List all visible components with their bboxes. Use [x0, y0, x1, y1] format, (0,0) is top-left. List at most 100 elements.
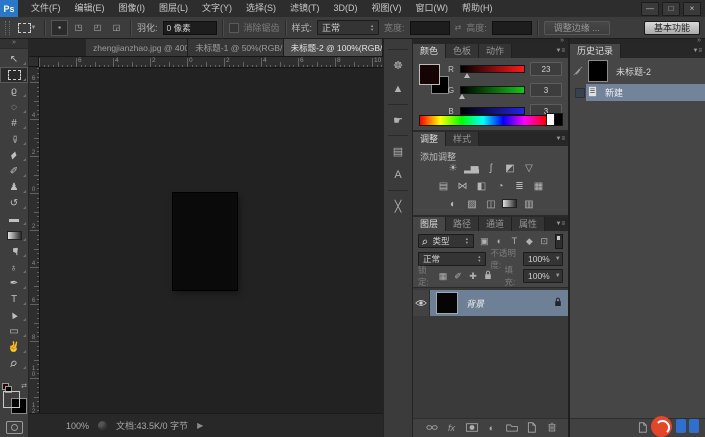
type-layer-filter-icon[interactable]: T [508, 235, 521, 247]
horizontal-ruler[interactable]: 6420246810 [39, 57, 383, 68]
hue-saturation-icon[interactable]: ▤ [436, 181, 451, 193]
ruler-origin-box[interactable] [29, 57, 39, 67]
character-panel-icon[interactable]: A [384, 163, 412, 187]
close-button[interactable]: × [683, 2, 701, 16]
menu-item[interactable]: 文字(Y) [195, 0, 239, 17]
delete-layer-icon[interactable] [545, 422, 558, 434]
panel-menu-icon[interactable]: ▼≡ [556, 48, 565, 54]
menu-item[interactable]: 图像(I) [112, 0, 153, 17]
width-input[interactable] [410, 21, 450, 35]
layer-thumbnail[interactable] [436, 292, 458, 314]
adjustments-panel-tab[interactable]: 调整 [413, 132, 446, 146]
channel-value[interactable]: 3 [530, 83, 562, 97]
menu-item[interactable]: 视图(V) [365, 0, 409, 17]
zoom-level-field[interactable]: 100% [66, 421, 89, 431]
document-tab[interactable]: 未标题-1 @ 50%(RGB/...× [188, 39, 283, 56]
status-flyout-arrow[interactable]: ▶ [197, 421, 203, 430]
layer-style-icon[interactable]: fx [445, 422, 458, 434]
info-panel-icon[interactable]: ☛ [384, 108, 412, 132]
feather-input[interactable] [163, 21, 217, 35]
maximize-button[interactable]: □ [662, 2, 680, 16]
layer-filter-type-select[interactable]: ϙ 类型 [418, 234, 474, 248]
color-panel-tab[interactable]: 动作 [479, 44, 512, 58]
zoom-tool[interactable]: ϙ [0, 355, 28, 371]
menu-item[interactable]: 图层(L) [152, 0, 195, 17]
menu-item[interactable]: 窗口(W) [409, 0, 456, 17]
fill-field[interactable]: 100% ▼ [523, 269, 563, 283]
channel-slider[interactable] [460, 107, 525, 115]
history-entry[interactable]: 新建 [570, 84, 705, 101]
add-to-selection-button[interactable]: ◳ [70, 20, 87, 36]
new-layer-icon[interactable] [525, 422, 538, 434]
lock-transparency-icon[interactable]: ▦ [437, 270, 450, 282]
brush-tool[interactable]: ✐ [0, 163, 28, 179]
slider-thumb-icon[interactable] [459, 91, 465, 99]
black-swatch[interactable] [554, 113, 563, 126]
adjustments-panel-tab[interactable]: 样式 [446, 132, 479, 146]
default-colors-icon[interactable] [2, 383, 11, 391]
swap-dimensions-icon[interactable]: ⇄ [455, 23, 462, 32]
lock-position-icon[interactable]: ✚ [467, 270, 480, 282]
color-panel-tab[interactable]: 色板 [446, 44, 479, 58]
panel-menu-icon[interactable]: ▼≡ [556, 221, 565, 227]
lock-all-icon[interactable] [482, 270, 495, 282]
gradient-map-icon[interactable] [502, 199, 517, 211]
menu-item[interactable]: 编辑(E) [68, 0, 112, 17]
workspace-switcher-button[interactable]: 基本功能 [644, 21, 700, 35]
history-brush-source-icon[interactable] [570, 58, 586, 84]
opacity-field[interactable]: 100% ▼ [523, 252, 563, 266]
dodge-tool[interactable]: ♀ [0, 259, 28, 275]
layers-panel-tab[interactable]: 图层 [413, 217, 446, 231]
layers-panel-tab[interactable]: 路径 [446, 217, 479, 231]
rectangle-tool[interactable]: ▭ [0, 323, 28, 339]
canvas-area[interactable]: 6420246810 642024681 01 2 [29, 57, 383, 413]
crop-tool[interactable]: # [0, 115, 28, 131]
navigator-panel-icon[interactable]: ☸ [384, 53, 412, 77]
options-bar-grip[interactable] [5, 21, 10, 35]
subtract-from-selection-button[interactable]: ◰ [89, 20, 106, 36]
channel-value[interactable]: 23 [530, 62, 562, 76]
quick-mask-button[interactable] [6, 421, 23, 434]
quick-selection-tool[interactable]: ◌ [0, 99, 28, 115]
document-tab[interactable]: 未标题-2 @ 100%(RGB/8)× [284, 39, 383, 56]
menu-item[interactable]: 滤镜(T) [283, 0, 327, 17]
lasso-tool[interactable]: ϱ [0, 83, 28, 99]
color-panel-tab[interactable]: 颜色 [413, 44, 446, 58]
properties-panel-icon[interactable]: ▤ [384, 139, 412, 163]
spot-healing-brush-tool[interactable]: ▰ [0, 147, 28, 163]
eraser-tool[interactable]: ▬ [0, 211, 28, 227]
levels-icon[interactable]: ▂▅▃ [464, 163, 479, 175]
tool-presets-panel-icon[interactable]: ╳ [384, 194, 412, 218]
intersect-selection-button[interactable]: ◲ [108, 20, 125, 36]
menu-item[interactable]: 3D(D) [327, 0, 365, 17]
posterize-icon[interactable]: ▨ [464, 199, 479, 211]
refine-edge-button[interactable]: 调整边缘 ... [544, 21, 610, 35]
invert-icon[interactable]: ◐ [445, 199, 460, 211]
threshold-icon[interactable]: ◫ [483, 199, 498, 211]
path-selection-tool[interactable]: ▲ [0, 307, 28, 323]
vibrance-icon[interactable]: ▽ [521, 163, 536, 175]
vertical-ruler[interactable]: 642024681 01 2 [29, 67, 40, 413]
link-layers-icon[interactable] [425, 422, 438, 434]
channel-slider[interactable] [460, 65, 525, 73]
color-spectrum-ramp[interactable] [419, 115, 547, 126]
snapshot-thumbnail[interactable] [588, 60, 608, 82]
lock-pixels-icon[interactable]: ✐ [452, 270, 465, 282]
channel-mixer-icon[interactable]: ≣ [512, 181, 527, 193]
layer-row-background[interactable]: 背景 [413, 290, 568, 316]
layer-visibility-eye-icon[interactable] [413, 290, 430, 316]
minimize-button[interactable]: — [641, 2, 659, 16]
history-brush-source-well[interactable] [570, 84, 586, 101]
new-adjustment-layer-icon[interactable]: ◐ [485, 422, 498, 434]
hand-tool[interactable]: ✌ [0, 339, 28, 355]
channel-slider[interactable] [460, 86, 525, 94]
adjustment-layer-filter-icon[interactable]: ◐ [493, 235, 506, 247]
swap-colors-icon[interactable]: ⇄ [21, 382, 27, 390]
new-selection-button[interactable]: ▪ [51, 20, 68, 36]
history-panel-tab[interactable]: 历史记录 [570, 44, 621, 58]
menu-item[interactable]: 文件(F) [24, 0, 68, 17]
menu-item[interactable]: 选择(S) [239, 0, 283, 17]
brightness-contrast-icon[interactable]: ☀ [445, 163, 460, 175]
panel-menu-icon[interactable]: ▼≡ [556, 136, 565, 142]
slider-thumb-icon[interactable] [464, 70, 470, 78]
